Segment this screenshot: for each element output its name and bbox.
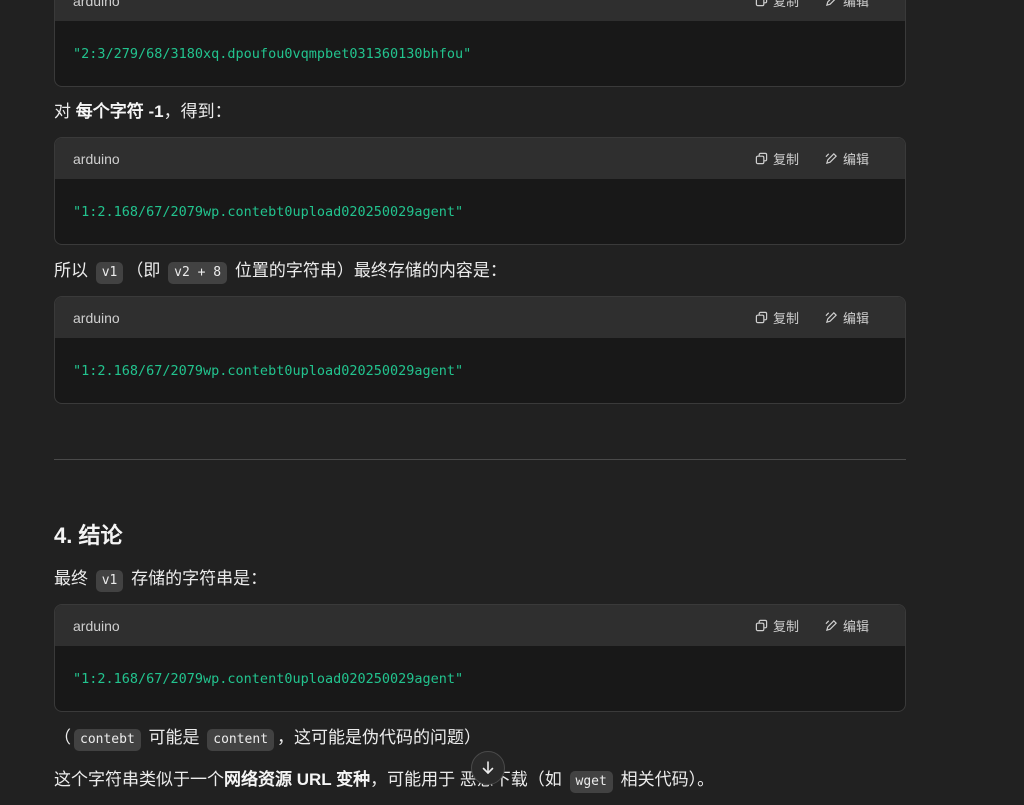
- edit-icon: [825, 620, 837, 632]
- code-block: arduino 复制 编辑 "1:2.168/67/2079wp.contebt…: [54, 137, 906, 245]
- paragraph: 最终 v1 存储的字符串是：: [54, 567, 267, 592]
- paragraph: （contebt 可能是 content ，这可能是伪代码的问题）: [54, 726, 481, 751]
- code-content: "1:2.168/67/2079wp.content0upload0202500…: [73, 670, 464, 687]
- copy-button[interactable]: 复制: [755, 616, 799, 635]
- code-language: arduino: [73, 150, 120, 167]
- edit-icon: [825, 312, 837, 324]
- copy-icon: [755, 152, 768, 165]
- paragraph: 所以 v1 （即 v2 + 8 位置的字符串）最终存储的内容是：: [54, 259, 507, 284]
- scroll-to-bottom-button[interactable]: [471, 751, 505, 785]
- inline-code: wget: [569, 771, 613, 793]
- code-block-header: arduino 复制 编辑: [55, 138, 905, 179]
- edit-icon: [825, 153, 837, 165]
- paragraph: 对 每个字符 -1，得到：: [54, 102, 232, 121]
- inline-code: contebt: [74, 729, 141, 751]
- code-block: arduino 复制 编辑 "1:2.168/67/2079wp.contebt…: [54, 296, 906, 404]
- code-block-header: arduino 复制 编辑: [55, 605, 905, 646]
- code-content: "1:2.168/67/2079wp.contebt0upload0202500…: [73, 362, 464, 379]
- copy-button[interactable]: 复制: [755, 0, 799, 10]
- copy-button[interactable]: 复制: [755, 308, 799, 327]
- code-block-header: arduino 复制 编辑: [55, 297, 905, 338]
- edit-button[interactable]: 编辑: [825, 616, 869, 635]
- code-block: arduino 复制 编辑 "1:2.168/67/2079wp.content…: [54, 604, 906, 712]
- paragraph: 这个字符串类似于一个网络资源 URL 变种，可能用于 恶意下载（如 wget 相…: [54, 768, 714, 793]
- arrow-down-icon: [482, 761, 494, 774]
- inline-code: v2 + 8: [168, 262, 228, 284]
- code-language: arduino: [73, 309, 120, 326]
- code-language: arduino: [73, 0, 120, 9]
- code-content: "2:3/279/68/3180xq.dpoufou0vqmpbet031360…: [73, 45, 472, 62]
- edit-button[interactable]: 编辑: [825, 0, 869, 10]
- inline-code: v1: [95, 570, 124, 592]
- inline-code: content: [207, 729, 275, 751]
- chat-page: arduino 复制 编辑 "2:3/279/68/3180xq.dpoufou…: [0, 0, 1024, 805]
- section-heading: 4. 结论: [54, 523, 123, 548]
- code-block-header: arduino 复制 编辑: [55, 0, 905, 21]
- copy-button[interactable]: 复制: [755, 149, 799, 168]
- code-content: "1:2.168/67/2079wp.contebt0upload0202500…: [73, 203, 464, 220]
- copy-icon: [755, 311, 768, 324]
- edit-icon: [825, 0, 836, 7]
- divider: [54, 459, 906, 460]
- code-language: arduino: [73, 617, 120, 634]
- code-block: arduino 复制 编辑 "2:3/279/68/3180xq.dpoufou…: [54, 0, 906, 87]
- edit-button[interactable]: 编辑: [825, 149, 869, 168]
- copy-icon: [755, 0, 768, 7]
- inline-code: v1: [95, 262, 124, 284]
- edit-button[interactable]: 编辑: [825, 308, 869, 327]
- copy-icon: [755, 619, 768, 632]
